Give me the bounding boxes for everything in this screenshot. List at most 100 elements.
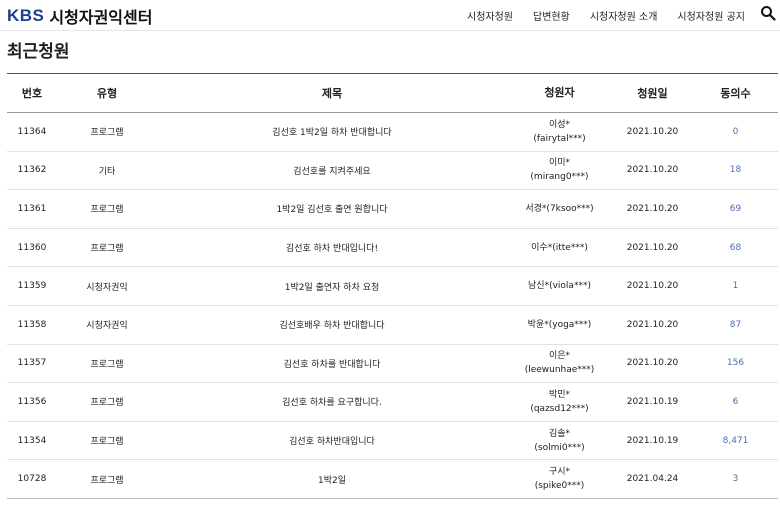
- row-title-link[interactable]: 김선호 하차반대입니다: [157, 434, 507, 447]
- row-author-name: 김솔*: [548, 428, 571, 439]
- row-type: 프로그램: [90, 359, 124, 370]
- row-date: 2021.10.20: [626, 281, 679, 292]
- table-row[interactable]: 11360 프로그램 김선호 하차 반대입니다! 이수*(itte***) 2021.1…: [7, 229, 778, 268]
- row-number: 11354: [17, 435, 47, 446]
- table-row[interactable]: 11357 프로그램 김선호 하차를 반대합니다 이은* (leewunhae***) 2…: [7, 345, 778, 384]
- row-author-id: (qazsd12***): [530, 403, 589, 414]
- page-title: 최근청원: [7, 42, 70, 62]
- row-agree-count: 3: [732, 474, 739, 485]
- row-author-id: (solmi0***): [534, 442, 585, 453]
- row-date: 2021.10.20: [626, 203, 679, 214]
- row-date: 2021.10.20: [626, 319, 679, 330]
- row-author-name: 구시*: [548, 467, 571, 478]
- main-nav: 시청자청원 답변현황 시청자청원 소개 시청자청원 공지: [447, 8, 745, 23]
- row-type: 프로그램: [90, 205, 124, 216]
- row-author: 이은* (leewunhae***): [507, 349, 612, 377]
- row-date: 2021.10.19: [626, 435, 679, 446]
- table-row[interactable]: 11354 프로그램 김선호 하차반대입니다 김솔* (solmi0***) 2021.1…: [7, 422, 778, 461]
- row-type: 프로그램: [90, 437, 124, 448]
- row-type: 시청자권익: [86, 282, 128, 293]
- row-author-name: 이성*: [548, 119, 571, 130]
- site-header: KBS 시청자권익센터 시청자청원 답변현황 시청자청원 소개 시청자청원 공지: [0, 0, 780, 30]
- nav-item-about[interactable]: 시청자청원 소개: [590, 8, 658, 23]
- row-author: 남신*(viola***): [507, 279, 612, 293]
- row-agree-count: 8,471: [722, 435, 749, 446]
- row-author: 이성* (fairytal***): [507, 118, 612, 146]
- table-row[interactable]: 11362 기타 김선호를 지켜주세요 이미* (mirang0***) 2021.10.…: [7, 152, 778, 191]
- table-row[interactable]: 11364 프로그램 김선호 1박2일 하차 반대합니다 이성* (fairytal**…: [7, 113, 778, 152]
- row-author: 김솔* (solmi0***): [507, 427, 612, 455]
- row-author-name: 박윤*(yoga***): [527, 319, 592, 330]
- row-agree-count: 68: [729, 242, 742, 253]
- row-title-link[interactable]: 1박2일 출연자 하차 요청: [157, 280, 507, 293]
- row-agree-count: 6: [732, 396, 739, 407]
- table-body: 11364 프로그램 김선호 1박2일 하차 반대합니다 이성* (fairytal**…: [7, 113, 778, 499]
- row-title-link[interactable]: 김선호 1박2일 하차 반대합니다: [157, 125, 507, 138]
- row-title-link[interactable]: 1박2일 김선호 출연 원합니다: [157, 202, 507, 215]
- site-logo[interactable]: KBS 시청자권익센터: [7, 4, 152, 28]
- header-divider: [0, 30, 780, 31]
- row-author: 구시* (spike0***): [507, 465, 612, 493]
- table-row[interactable]: 11358 시청자권익 김선호배우 하차 반대합니다 박윤*(yoga***) 2021…: [7, 306, 778, 345]
- table-row[interactable]: 11356 프로그램 김선호 하차를 요구합니다. 박민* (qazsd12***) 20…: [7, 383, 778, 422]
- row-agree-count: 18: [729, 165, 742, 176]
- row-title-link[interactable]: 김선호 하차 반대입니다!: [157, 241, 507, 254]
- row-type: 기타: [98, 166, 116, 177]
- row-author-name: 박민*: [548, 389, 571, 400]
- row-date: 2021.10.20: [626, 358, 679, 369]
- row-number: 10728: [17, 474, 47, 485]
- nav-item-petition[interactable]: 시청자청원: [467, 8, 513, 23]
- row-number: 11358: [17, 319, 47, 330]
- row-type: 프로그램: [90, 475, 124, 486]
- row-author-name: 이수*(itte***): [531, 242, 588, 253]
- row-author-name: 이은*: [548, 351, 571, 362]
- row-author-name: 서경*(7ksoo***): [525, 203, 594, 214]
- row-author: 박윤*(yoga***): [507, 318, 612, 332]
- row-date: 2021.04.24: [626, 474, 679, 485]
- nav-item-answers[interactable]: 답변현황: [533, 8, 570, 23]
- table-row[interactable]: 11361 프로그램 1박2일 김선호 출연 원합니다 서경*(7ksoo***) 20…: [7, 190, 778, 229]
- row-type: 프로그램: [90, 244, 124, 255]
- header-agree: 동의수: [720, 87, 751, 100]
- row-number: 11361: [17, 203, 47, 214]
- row-author: 이미* (mirang0***): [507, 156, 612, 184]
- row-agree-count: 156: [726, 358, 745, 369]
- table-row[interactable]: 10728 프로그램 1박2일 구시* (spike0***) 2021.04.24 3: [7, 460, 778, 499]
- row-number: 11362: [17, 165, 47, 176]
- row-date: 2021.10.20: [626, 165, 679, 176]
- row-agree-count: 87: [729, 319, 742, 330]
- row-number: 11356: [17, 396, 47, 407]
- petition-table: 번호 유형 제목 청원자 청원일 동의수 11364 프로그램 김선호 1박2일 하…: [7, 73, 778, 499]
- header-no: 번호: [21, 87, 43, 100]
- row-title-link[interactable]: 김선호 하차를 반대합니다: [157, 357, 507, 370]
- header-title: 제목: [321, 87, 343, 100]
- row-author-id: (mirang0***): [530, 172, 589, 183]
- row-number: 11359: [17, 281, 47, 292]
- header-author: 청원자: [544, 86, 575, 99]
- row-agree-count: 0: [732, 126, 739, 137]
- row-title-link[interactable]: 김선호 하차를 요구합니다.: [157, 395, 507, 408]
- row-type: 프로그램: [90, 128, 124, 139]
- header-date: 청원일: [637, 87, 668, 100]
- row-type: 시청자권익: [86, 321, 128, 332]
- row-author: 박민* (qazsd12***): [507, 388, 612, 416]
- nav-item-notice[interactable]: 시청자청원 공지: [677, 8, 745, 23]
- row-author-id: (leewunhae***): [524, 365, 595, 376]
- header-type: 유형: [96, 87, 118, 100]
- search-icon[interactable]: [760, 5, 776, 21]
- row-agree-count: 1: [732, 281, 739, 292]
- row-title-link[interactable]: 김선호를 지켜주세요: [157, 164, 507, 177]
- row-number: 11360: [17, 242, 47, 253]
- row-date: 2021.10.19: [626, 396, 679, 407]
- row-title-link[interactable]: 김선호배우 하차 반대합니다: [157, 318, 507, 331]
- row-author-id: (spike0***): [534, 481, 585, 492]
- row-author: 이수*(itte***): [507, 241, 612, 255]
- logo-brand: KBS: [7, 6, 45, 25]
- table-header: 번호 유형 제목 청원자 청원일 동의수: [7, 73, 778, 113]
- row-title-link[interactable]: 1박2일: [157, 473, 507, 486]
- row-date: 2021.10.20: [626, 242, 679, 253]
- row-author-name: 이미*: [548, 158, 571, 169]
- row-type: 프로그램: [90, 398, 124, 409]
- row-author: 서경*(7ksoo***): [507, 202, 612, 216]
- table-row[interactable]: 11359 시청자권익 1박2일 출연자 하차 요청 남신*(viola***) 202…: [7, 267, 778, 306]
